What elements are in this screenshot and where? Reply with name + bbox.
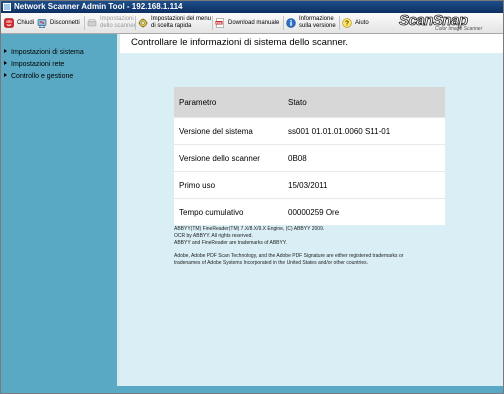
sidebar-item-label: Controllo e gestione bbox=[11, 73, 74, 80]
table-row: Versione dello scanner 0B08 bbox=[174, 144, 445, 172]
table-cell-status: 0B08 bbox=[283, 144, 445, 172]
app-window: Network Scanner Admin Tool - 192.168.1.1… bbox=[0, 0, 504, 394]
column-header-status: Stato bbox=[283, 87, 445, 118]
table-cell-status: ss001 01.01.01.0060 S11-01 bbox=[283, 117, 445, 145]
scansnap-logo: ScanSnap Color Image Scanner bbox=[395, 12, 499, 32]
legal-line: Adobe, Adobe PDF Scan Technology, and th… bbox=[174, 253, 404, 259]
table-row: Tempo cumulativo 00000259 Ore bbox=[174, 198, 445, 225]
scanner-icon bbox=[87, 18, 97, 28]
download-manual-button[interactable]: PDF Download manuale bbox=[215, 14, 279, 32]
table-cell-status: 00000259 Ore bbox=[283, 198, 445, 225]
close-label: Chiudi bbox=[17, 19, 35, 26]
help-label: Aiuto bbox=[355, 19, 369, 26]
quick-menu-settings-button[interactable]: Impostazioni del menu di scelta rapida bbox=[138, 14, 211, 32]
download-manual-label: Download manuale bbox=[228, 19, 280, 26]
info-icon bbox=[286, 18, 296, 28]
close-button[interactable]: Chiudi bbox=[4, 14, 34, 32]
close-icon bbox=[4, 18, 14, 28]
disconnect-label: Disconnetti bbox=[50, 19, 80, 26]
system-info-table: Parametro Stato Versione del sistema ss0… bbox=[174, 87, 445, 225]
page-title: Controllare le informazioni di sistema d… bbox=[131, 37, 349, 48]
sidebar-item-network-settings[interactable]: Impostazioni rete bbox=[4, 60, 64, 69]
disconnect-icon bbox=[37, 18, 47, 28]
status-strip bbox=[117, 386, 503, 393]
table-cell-parameter: Tempo cumulativo bbox=[174, 198, 283, 225]
window-title: Network Scanner Admin Tool - 192.168.1.1… bbox=[14, 2, 183, 11]
svg-text:PDF: PDF bbox=[216, 21, 222, 25]
toolbar-separator bbox=[283, 16, 284, 30]
adobe-notice: Adobe, Adobe PDF Scan Technology, and th… bbox=[174, 253, 454, 267]
pdf-icon: PDF bbox=[215, 18, 225, 28]
svg-text:?: ? bbox=[345, 21, 349, 28]
legal-line: ABBYY(TM) FineReader(TM) 7.X/8.X/9.X Eng… bbox=[174, 226, 325, 232]
quick-menu-settings-label: Impostazioni del menu di scelta rapida bbox=[151, 16, 212, 29]
table-header-row: Parametro Stato bbox=[174, 87, 445, 118]
table-cell-parameter: Versione del sistema bbox=[174, 117, 283, 145]
version-info-button[interactable]: Informazione sulla versione bbox=[286, 14, 336, 32]
scanner-settings-button[interactable]: Impostazioni dello scanner bbox=[87, 14, 136, 32]
table-row: Versione del sistema ss001 01.01.01.0060… bbox=[174, 117, 445, 145]
legal-line: tradenames of Adobe Systems Incorporated… bbox=[174, 260, 369, 266]
abbyy-notice: ABBYY(TM) FineReader(TM) 7.X/8.X/9.X Eng… bbox=[174, 226, 454, 247]
help-icon: ? bbox=[342, 18, 352, 28]
arrow-right-icon bbox=[4, 61, 7, 65]
column-header-parameter: Parametro bbox=[174, 87, 283, 118]
table-cell-parameter: Primo uso bbox=[174, 171, 283, 199]
disconnect-button[interactable]: Disconnetti bbox=[37, 14, 80, 32]
toolbar: Chiudi Disconnetti Impostazioni dello sc… bbox=[1, 12, 503, 34]
main-content: Controllare le informazioni di sistema d… bbox=[120, 34, 503, 386]
content-header: Controllare le informazioni di sistema d… bbox=[120, 34, 503, 53]
sidebar-item-system-settings[interactable]: Impostazioni di sistema bbox=[4, 48, 84, 57]
table-cell-parameter: Versione dello scanner bbox=[174, 144, 283, 172]
sidebar: Impostazioni di sistema Impostazioni ret… bbox=[1, 34, 117, 393]
arrow-right-icon bbox=[4, 49, 7, 53]
legal-notice: ABBYY(TM) FineReader(TM) 7.X/8.X/9.X Eng… bbox=[174, 226, 454, 273]
app-icon bbox=[3, 3, 11, 11]
sidebar-item-label: Impostazioni rete bbox=[11, 61, 65, 68]
toolbar-separator bbox=[84, 16, 85, 30]
toolbar-separator bbox=[339, 16, 340, 30]
brand-subtitle: Color Image Scanner bbox=[435, 26, 483, 32]
legal-line: ABBYY and FineReader are trademarks of A… bbox=[174, 240, 287, 246]
table-cell-status: 15/03/2011 bbox=[283, 171, 445, 199]
sidebar-item-label: Impostazioni di sistema bbox=[11, 49, 84, 56]
toolbar-separator bbox=[212, 16, 213, 30]
sidebar-item-control-management[interactable]: Controllo e gestione bbox=[4, 72, 73, 81]
arrow-right-icon bbox=[4, 73, 7, 77]
legal-line: OCR by ABBYY. All rights reserved. bbox=[174, 233, 253, 239]
gear-icon bbox=[138, 18, 148, 28]
scanner-settings-label: Impostazioni dello scanner bbox=[100, 16, 136, 29]
table-row: Primo uso 15/03/2011 bbox=[174, 171, 445, 199]
toolbar-separator bbox=[135, 16, 136, 30]
version-info-label: Informazione sulla versione bbox=[299, 16, 336, 29]
help-button[interactable]: ? Aiuto bbox=[342, 14, 369, 32]
